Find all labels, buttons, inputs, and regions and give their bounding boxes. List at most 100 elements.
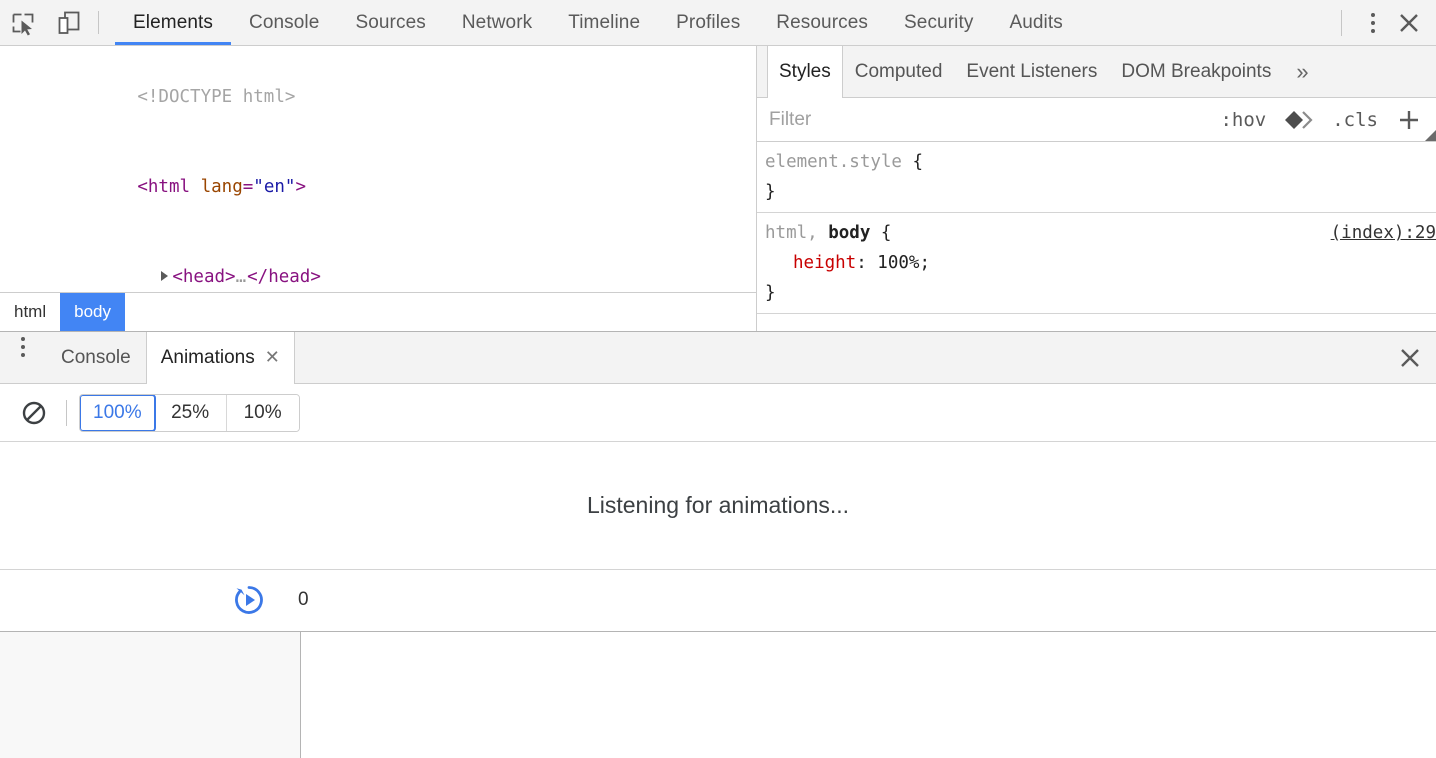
tab-network[interactable]: Network xyxy=(444,0,550,45)
toolbar-separator xyxy=(98,11,99,34)
tab-security[interactable]: Security xyxy=(886,0,991,45)
html-selector-part[interactable]: html, xyxy=(765,223,828,243)
tab-sources-label: Sources xyxy=(355,12,425,34)
drawer-tab-animations[interactable]: Animations ✕ xyxy=(146,332,295,384)
tab-timeline-label: Timeline xyxy=(568,12,640,34)
hov-label: :hov xyxy=(1220,109,1266,131)
dom-line-head[interactable]: <head>…</head> xyxy=(0,232,756,292)
playback-speed-10-label: 10% xyxy=(244,402,282,424)
more-tabs-glyph: » xyxy=(1296,59,1308,85)
breadcrumb-html-label: html xyxy=(14,302,46,322)
breadcrumb: html body xyxy=(0,292,756,331)
playback-speed-100[interactable]: 100% xyxy=(79,394,156,432)
device-toolbar-icon[interactable] xyxy=(46,0,92,45)
element-style-selector[interactable]: element.style xyxy=(765,152,902,172)
html-tag-open: <html xyxy=(137,177,190,197)
clear-all-icon[interactable] xyxy=(14,393,54,433)
html-tag-close: > xyxy=(295,177,306,197)
replay-icon[interactable] xyxy=(232,583,266,617)
dom-tree-pane: <!DOCTYPE html> <html lang="en"> <head>…… xyxy=(0,46,757,331)
panel-tab-strip: Elements Console Sources Network Timelin… xyxy=(115,0,1331,45)
playback-speed-100-label: 100% xyxy=(93,402,142,424)
devtools-window: Elements Console Sources Network Timelin… xyxy=(0,0,1436,758)
style-pane-diamond-icon[interactable] xyxy=(1276,110,1322,130)
force-state-hov-button[interactable]: :hov xyxy=(1210,109,1276,131)
drawer-close-icon[interactable] xyxy=(1384,332,1436,383)
drawer-tab-strip: Console Animations ✕ xyxy=(0,332,1436,384)
tab-event-listeners-label: Event Listeners xyxy=(966,61,1097,83)
devtools-drawer: Console Animations ✕ 100% xyxy=(0,331,1436,758)
tab-timeline[interactable]: Timeline xyxy=(550,0,658,45)
expand-arrow-icon[interactable] xyxy=(161,271,168,281)
animations-empty-message: Listening for animations... xyxy=(587,492,849,519)
devtools-main-toolbar: Elements Console Sources Network Timelin… xyxy=(0,0,1436,46)
css-property-name[interactable]: height xyxy=(793,253,856,273)
body-selector-part[interactable]: body xyxy=(828,223,870,243)
tab-resources-label: Resources xyxy=(776,12,868,34)
clear-all-icon-svg xyxy=(20,399,48,427)
dom-tree[interactable]: <!DOCTYPE html> <html lang="en"> <head>…… xyxy=(0,46,756,292)
add-class-button[interactable]: .cls xyxy=(1322,109,1388,131)
playback-speed-25[interactable]: 25% xyxy=(155,395,227,431)
drawer-close-icon-svg xyxy=(1398,346,1422,370)
styles-filter-input[interactable] xyxy=(767,108,1210,132)
tab-profiles-label: Profiles xyxy=(676,12,740,34)
device-toolbar-icon-svg xyxy=(56,10,82,36)
timeline-zero-value: 0 xyxy=(298,589,309,610)
tab-profiles[interactable]: Profiles xyxy=(658,0,758,45)
pane-resize-handle[interactable] xyxy=(1425,130,1436,141)
tab-network-label: Network xyxy=(462,12,532,34)
tab-computed-label: Computed xyxy=(855,61,943,83)
styles-sidebar-pane: Styles Computed Event Listeners DOM Brea… xyxy=(757,46,1436,331)
tab-elements[interactable]: Elements xyxy=(115,0,231,45)
close-icon-svg xyxy=(1397,11,1421,35)
dom-line-html[interactable]: <html lang="en"> xyxy=(0,142,756,232)
html-lang-value: "en" xyxy=(253,177,295,197)
tab-console[interactable]: Console xyxy=(231,0,337,45)
close-icon[interactable] xyxy=(1388,2,1430,44)
tab-elements-label: Elements xyxy=(133,12,213,34)
dom-line-doctype[interactable]: <!DOCTYPE html> xyxy=(0,52,756,142)
head-tag-close: </head> xyxy=(247,267,321,287)
tab-console-label: Console xyxy=(249,12,319,34)
doctype-text: <!DOCTYPE html> xyxy=(137,87,295,107)
more-tabs-chevron-icon[interactable]: » xyxy=(1283,46,1321,97)
tab-styles[interactable]: Styles xyxy=(767,46,843,98)
elements-panel: <!DOCTYPE html> <html lang="en"> <head>…… xyxy=(0,46,1436,331)
breadcrumb-body-label: body xyxy=(74,302,111,322)
html-body-open-brace: { xyxy=(870,223,891,243)
animations-timeline-grid[interactable] xyxy=(301,632,1436,758)
inspect-element-icon-svg xyxy=(10,10,36,36)
breadcrumb-item-html[interactable]: html xyxy=(0,293,60,331)
tab-event-listeners[interactable]: Event Listeners xyxy=(954,46,1109,97)
css-rule-selector-line: html, body { (index):29 xyxy=(765,218,1436,248)
plus-icon-svg xyxy=(1396,107,1422,133)
more-vertical-icon[interactable] xyxy=(1358,8,1388,38)
tab-dom-breakpoints-label: DOM Breakpoints xyxy=(1121,61,1271,83)
breadcrumb-item-body[interactable]: body xyxy=(60,293,125,331)
element-style-close-brace: } xyxy=(765,177,1436,207)
html-body-close-brace: } xyxy=(765,278,1436,308)
stylesheet-source-link[interactable]: (index):29 xyxy=(1331,218,1436,248)
animations-group-list[interactable] xyxy=(0,632,301,758)
html-lang-attr: lang xyxy=(190,177,243,197)
animations-empty-state: Listening for animations... xyxy=(0,442,1436,570)
playback-speed-10[interactable]: 10% xyxy=(227,395,299,431)
drawer-tab-console[interactable]: Console xyxy=(46,332,146,383)
drawer-more-vertical-icon[interactable] xyxy=(0,332,46,362)
css-rule-element-style[interactable]: element.style { } xyxy=(757,142,1436,213)
tab-sources[interactable]: Sources xyxy=(337,0,443,45)
css-declaration-height[interactable]: height: 100%; xyxy=(765,248,1436,278)
css-rule-html-body[interactable]: html, body { (index):29 height: 100%; } xyxy=(757,213,1436,314)
tab-computed[interactable]: Computed xyxy=(843,46,955,97)
css-property-value[interactable]: 100%; xyxy=(877,253,930,273)
drawer-tab-close-icon[interactable]: ✕ xyxy=(265,347,280,368)
tab-resources[interactable]: Resources xyxy=(758,0,886,45)
tab-dom-breakpoints[interactable]: DOM Breakpoints xyxy=(1109,46,1283,97)
inspect-element-icon[interactable] xyxy=(0,0,46,45)
tab-audits[interactable]: Audits xyxy=(991,0,1080,45)
styles-tab-strip: Styles Computed Event Listeners DOM Brea… xyxy=(757,46,1436,98)
drawer-tab-animations-label: Animations xyxy=(161,347,255,369)
new-style-rule-button[interactable] xyxy=(1388,107,1430,133)
drawer-tab-spacer xyxy=(295,332,1384,383)
